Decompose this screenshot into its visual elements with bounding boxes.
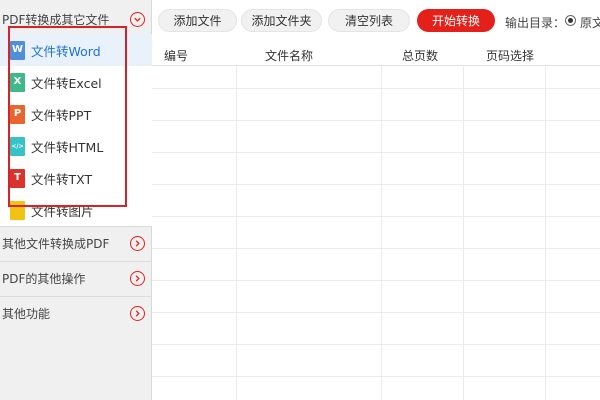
sidebar-item-label: 文件转Excel — [31, 75, 102, 91]
start-convert-button[interactable]: 开始转换 — [417, 9, 495, 32]
sidebar-item-to-excel[interactable]: X 文件转Excel — [0, 66, 152, 98]
add-folder-button[interactable]: 添加文件夹 — [241, 9, 322, 32]
column-header-page-range[interactable]: 页码选择 — [486, 47, 534, 64]
table-grid — [152, 66, 600, 400]
sidebar-item-label: 文件转PPT — [31, 107, 92, 123]
excel-file-icon: X — [10, 72, 25, 92]
sidebar-item-to-html[interactable]: </> 文件转HTML — [0, 130, 152, 162]
section-pdf-other-operations[interactable]: PDF的其他操作 — [0, 261, 152, 295]
section-label: 其他文件转换成PDF — [2, 237, 110, 251]
chevron-right-icon — [130, 271, 145, 286]
column-header-number[interactable]: 编号 — [164, 47, 188, 64]
output-original-label[interactable]: 原文 — [580, 14, 600, 31]
output-directory-label: 输出目录： — [505, 16, 566, 30]
add-file-button[interactable]: 添加文件 — [158, 9, 237, 32]
chevron-down-icon — [130, 11, 145, 27]
txt-file-icon: T — [10, 168, 25, 188]
column-header-total-pages[interactable]: 总页数 — [402, 47, 438, 64]
table-header: 编号 文件名称 总页数 页码选择 — [152, 42, 600, 66]
column-header-file-name[interactable]: 文件名称 — [265, 47, 313, 64]
conversion-item-list: W 文件转Word X 文件转Excel P 文件转PPT </> 文件转HTM… — [0, 34, 152, 226]
word-file-icon: W — [10, 40, 25, 60]
sidebar-item-label: 文件转图片 — [31, 203, 94, 219]
chevron-right-icon — [130, 236, 145, 251]
section-label: 其他功能 — [2, 307, 51, 321]
sidebar-item-to-ppt[interactable]: P 文件转PPT — [0, 98, 152, 130]
html-file-icon: </> — [10, 136, 25, 156]
chevron-right-icon — [130, 306, 145, 321]
image-file-icon — [10, 200, 25, 220]
sidebar-item-to-image[interactable]: 文件转图片 — [0, 194, 152, 226]
section-other-functions[interactable]: 其他功能 — [0, 296, 152, 330]
file-table: 编号 文件名称 总页数 页码选择 — [152, 42, 600, 400]
sidebar-item-to-txt[interactable]: T 文件转TXT — [0, 162, 152, 194]
clear-list-button[interactable]: 清空列表 — [328, 9, 410, 32]
section-label: PDF的其他操作 — [2, 272, 86, 286]
app-window: PDF转换成其它文件 W 文件转Word X 文件转Excel P 文件转PPT… — [0, 0, 600, 400]
sidebar-item-to-word[interactable]: W 文件转Word — [0, 34, 152, 66]
section-other-to-pdf[interactable]: 其他文件转换成PDF — [0, 226, 152, 260]
toolbar: 添加文件 添加文件夹 清空列表 开始转换 输出目录： 原文 — [152, 0, 600, 40]
sidebar: PDF转换成其它文件 W 文件转Word X 文件转Excel P 文件转PPT… — [0, 0, 152, 400]
sidebar-item-label: 文件转Word — [31, 43, 101, 59]
section-pdf-to-other[interactable]: PDF转换成其它文件 — [0, 2, 152, 36]
section-label: PDF转换成其它文件 — [2, 12, 110, 27]
sidebar-item-label: 文件转HTML — [31, 139, 104, 155]
output-original-radio[interactable] — [565, 15, 576, 26]
ppt-file-icon: P — [10, 104, 25, 124]
sidebar-item-label: 文件转TXT — [31, 171, 93, 187]
